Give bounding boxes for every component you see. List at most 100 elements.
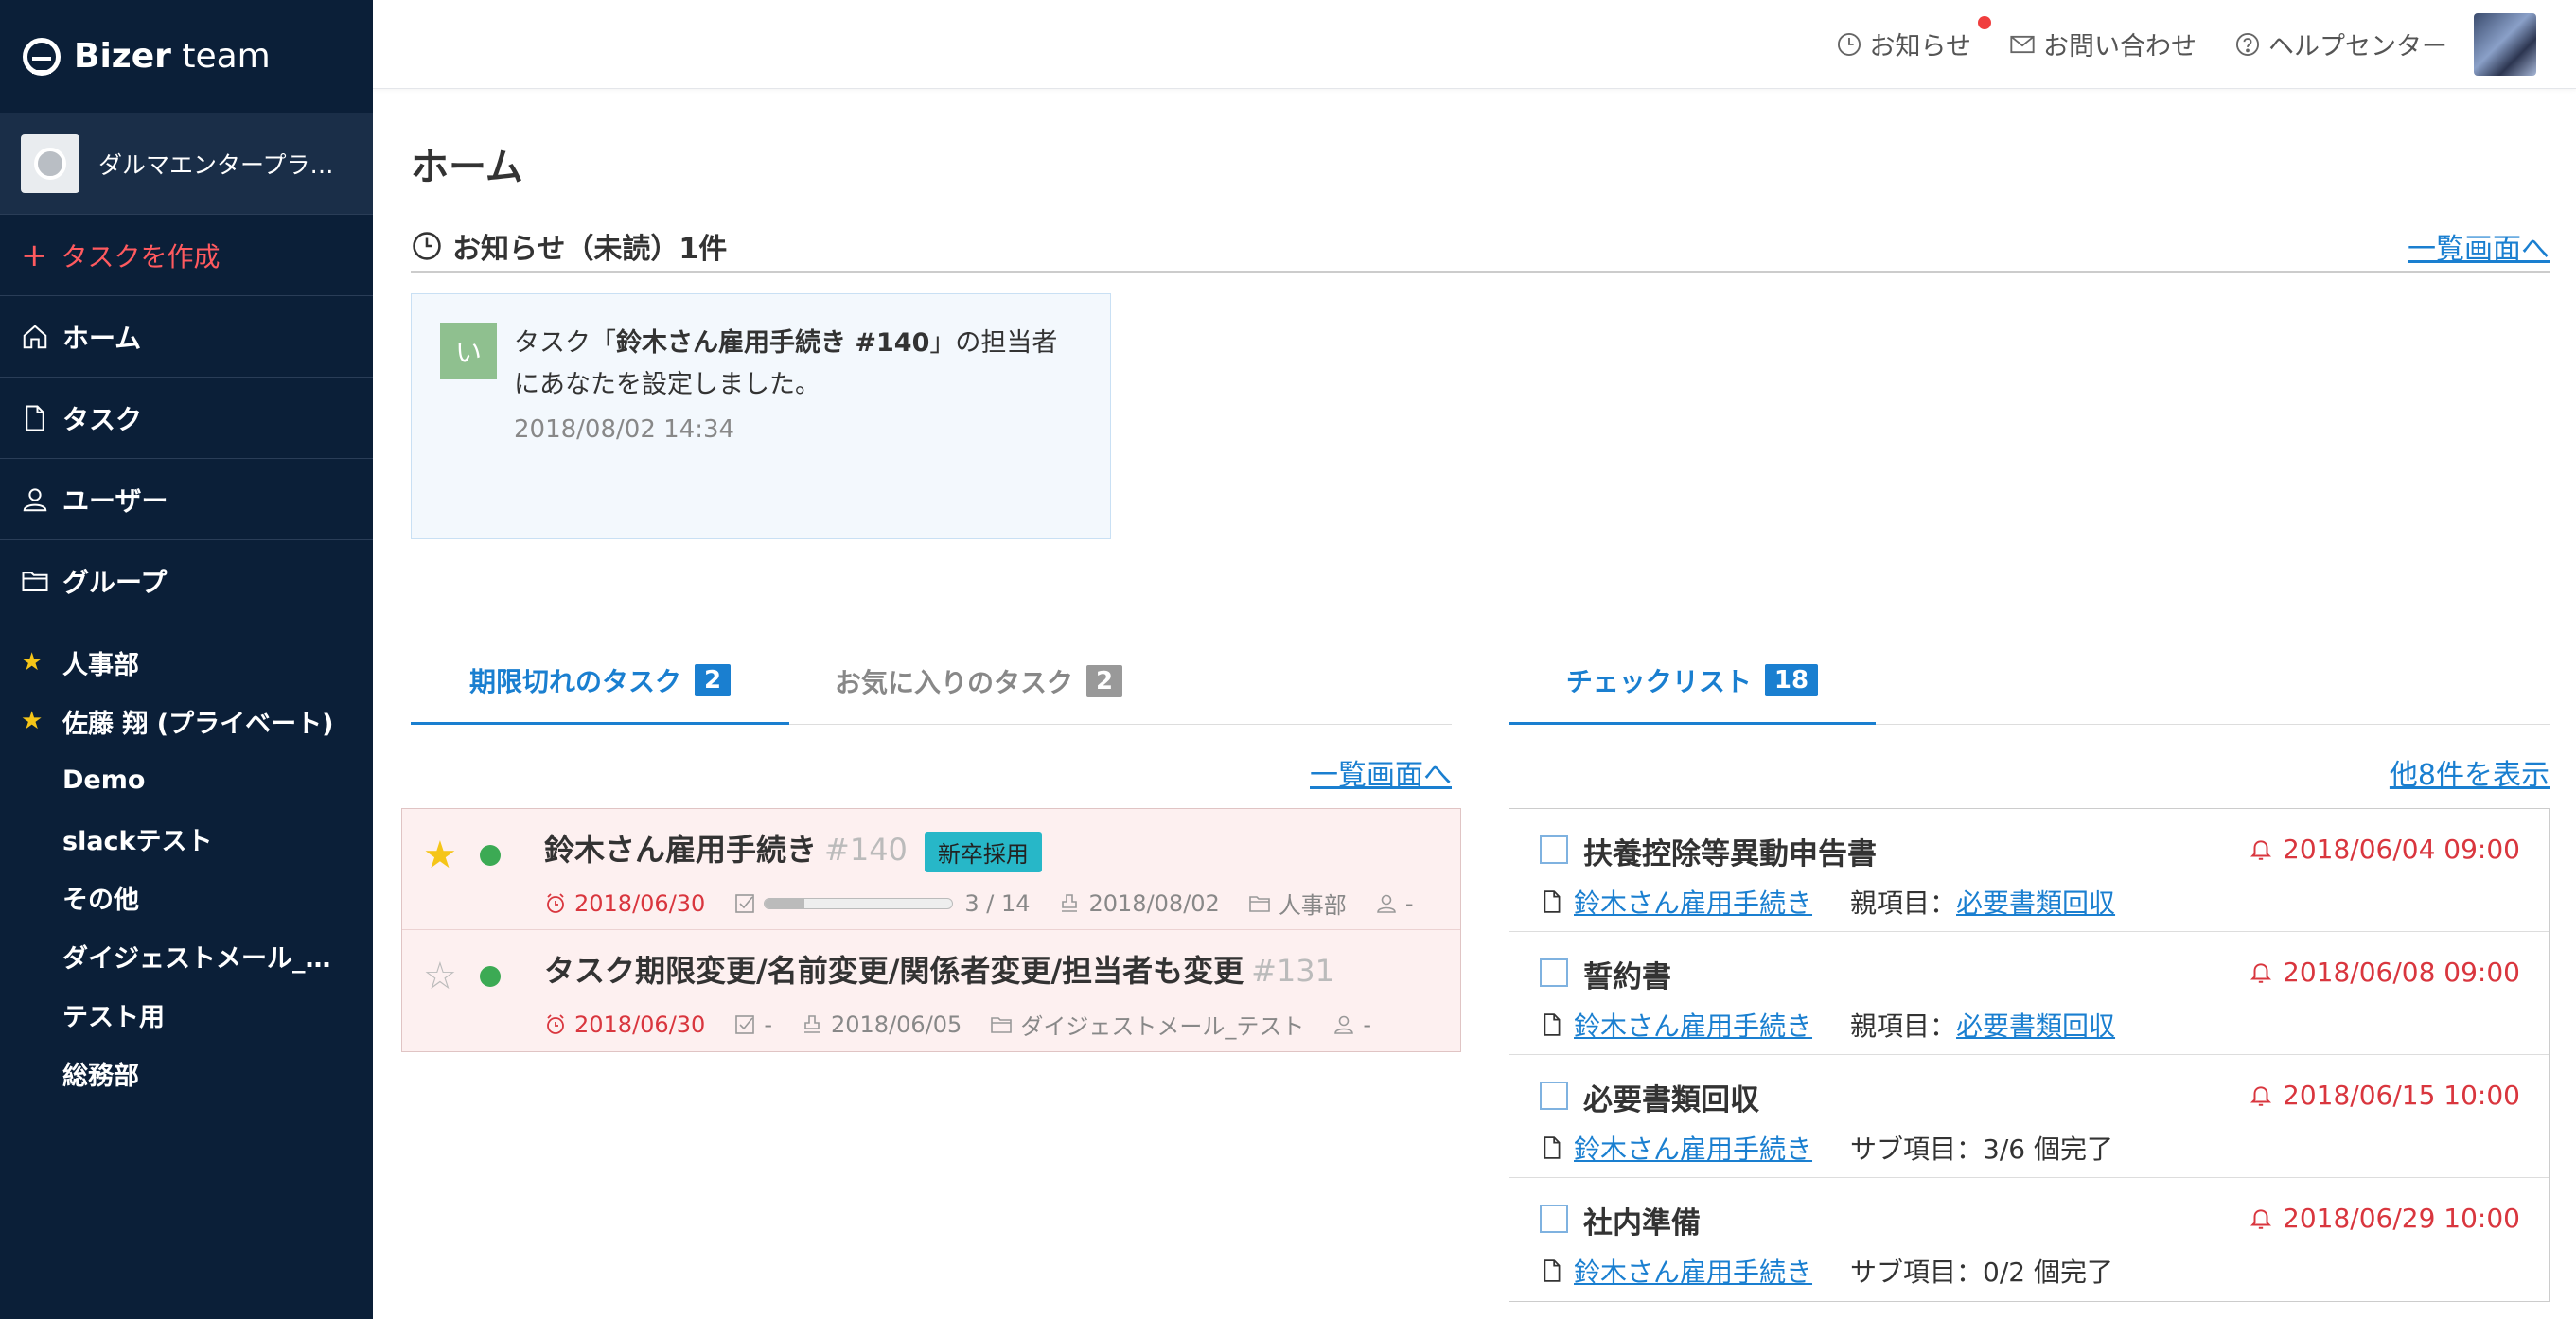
checkbox-icon — [735, 893, 755, 913]
checklist-row: 誓約書 2018/06/08 09:00 鈴木さん雇用手続き 親項目： 必要書類回… — [1509, 932, 2549, 1055]
plus-icon: + — [21, 236, 48, 274]
task-group: 人事部 — [1278, 892, 1347, 919]
checklist-progress-text: 3 / 14 — [964, 889, 1031, 917]
checklist-checkbox[interactable] — [1540, 1205, 1568, 1233]
checklist-tabs: チェックリスト 18 — [1509, 638, 2550, 725]
document-icon — [1544, 1136, 1561, 1159]
notices-list-link[interactable]: 一覧画面へ — [2408, 225, 2550, 267]
bell-icon — [2250, 962, 2272, 983]
clock-icon — [1837, 32, 1861, 56]
organization-switcher[interactable]: ダルマエンタープラ… — [0, 113, 373, 215]
alarm-icon — [547, 1013, 564, 1034]
org-name: ダルマエンタープラ… — [98, 150, 334, 179]
checklist-title[interactable]: 社内準備 — [1583, 1199, 1701, 1241]
nav-item-users[interactable]: ユーザー — [0, 459, 373, 540]
task-list: ★ 鈴木さん雇用手続き #140 新卒採用 2018/06/30 3 / 14 … — [401, 808, 1461, 1052]
checklist-checkbox[interactable] — [1540, 958, 1568, 987]
folder-icon — [991, 1016, 1013, 1033]
app-logo[interactable]: Bizer team — [0, 0, 373, 113]
checklist-progress-text: - — [764, 1011, 772, 1038]
mail-icon — [2010, 35, 2035, 53]
parent-task-link[interactable]: 鈴木さん雇用手続き — [1574, 883, 1812, 921]
checklist-title[interactable]: 誓約書 — [1583, 953, 1671, 995]
nav-label-groups: グループ — [62, 567, 168, 598]
tab-overdue-tasks[interactable]: 期限切れのタスク 2 — [411, 638, 789, 725]
task-number: #131 — [1251, 953, 1334, 989]
nav-item-tasks[interactable]: タスク — [0, 378, 373, 459]
unread-dot — [1977, 16, 1991, 29]
count-badge: 2 — [694, 663, 732, 696]
alarm-icon — [547, 892, 564, 913]
create-task-label: タスクを作成 — [61, 240, 221, 273]
task-tag[interactable]: 新卒採用 — [924, 831, 1042, 872]
group-item-demo[interactable]: Demo — [0, 750, 373, 809]
group-item-digest-mail[interactable]: ダイジェストメール_… — [0, 926, 373, 985]
show-more-link[interactable]: 他8件を表示 — [2390, 759, 2550, 792]
group-item-other[interactable]: その他 — [0, 868, 373, 926]
document-icon — [1544, 890, 1561, 913]
logo-icon — [23, 37, 61, 76]
nav-label-users: ユーザー — [62, 484, 168, 517]
create-task-button[interactable]: + タスクを作成 — [0, 215, 373, 296]
checklist-due: 2018/06/29 10:00 — [2283, 1203, 2520, 1234]
parent-task-link[interactable]: 鈴木さん雇用手続き — [1574, 1252, 1812, 1290]
clock-icon — [413, 232, 441, 260]
task-title: タスク期限変更/名前変更/関係者変更/担当者も変更 — [544, 953, 1244, 989]
checklist-checkbox[interactable] — [1540, 835, 1568, 864]
group-item-test[interactable]: テスト用 — [0, 985, 373, 1044]
logo-text-rest: team — [170, 37, 271, 76]
contact-label: お問い合わせ — [2043, 32, 2197, 62]
checklist-due: 2018/06/04 09:00 — [2283, 834, 2520, 865]
star-filled-icon[interactable]: ★ — [423, 834, 457, 877]
task-due-date: 2018/06/30 — [574, 889, 706, 917]
folder-icon — [1249, 895, 1270, 912]
notifications-link[interactable]: お知らせ — [1836, 16, 1991, 62]
bell-icon — [2250, 839, 2272, 860]
task-start-date: 2018/06/05 — [831, 1011, 962, 1038]
task-row[interactable]: ☆ タスク期限変更/名前変更/関係者変更/担当者も変更 #131 2018/06/… — [402, 930, 1460, 1051]
help-center-link[interactable]: ヘルプセンター — [2234, 26, 2447, 62]
group-item-soumubu[interactable]: 総務部 — [0, 1044, 373, 1102]
contact-link[interactable]: お問い合わせ — [2009, 26, 2197, 62]
user-avatar[interactable] — [2474, 12, 2536, 76]
notice-timestamp: 2018/08/02 14:34 — [514, 415, 735, 444]
nav-label-tasks: タスク — [62, 403, 143, 435]
checklist-checkbox[interactable] — [1540, 1082, 1568, 1110]
checklist-due: 2018/06/15 10:00 — [2283, 1080, 2520, 1111]
parent-item-link[interactable]: 必要書類回収 — [1956, 883, 2115, 921]
task-number: #140 — [824, 832, 908, 868]
nav-item-home[interactable]: ホーム — [0, 296, 373, 378]
document-icon — [1544, 1259, 1561, 1282]
task-assignee: - — [1363, 1011, 1371, 1038]
checklist-row: 扶養控除等異動申告書 2018/06/04 09:00 鈴木さん雇用手続き 親項… — [1509, 809, 2549, 932]
notice-section-title: お知らせ（未読）1件 — [452, 233, 728, 266]
tab-favorite-tasks[interactable]: お気に入りのタスク 2 — [789, 638, 1168, 725]
task-row[interactable]: ★ 鈴木さん雇用手続き #140 新卒採用 2018/06/30 3 / 14 … — [402, 809, 1460, 930]
home-icon — [23, 324, 47, 348]
nav-item-groups[interactable]: グループ — [0, 540, 373, 622]
tab-checklist[interactable]: チェックリスト 18 — [1509, 638, 1876, 725]
task-due-date: 2018/06/30 — [574, 1011, 706, 1038]
group-list: ★ 人事部 ★ 佐藤 翔 (プライベート) Demo slackテスト その他 ダイ… — [0, 622, 373, 1102]
question-icon — [2235, 32, 2260, 56]
task-group: ダイジェストメール_テスト — [1020, 1013, 1305, 1040]
parent-task-link[interactable]: 鈴木さん雇用手続き — [1574, 1006, 1812, 1044]
parent-item-link[interactable]: 必要書類回収 — [1956, 1006, 2115, 1044]
group-item-private[interactable]: ★ 佐藤 翔 (プライベート) — [0, 692, 373, 750]
count-badge: 2 — [1085, 665, 1123, 697]
notice-card[interactable]: い タスク「鈴木さん雇用手続き #140」の担当者にあなたを設定しました。 20… — [411, 293, 1111, 539]
task-start-date: 2018/08/02 — [1088, 889, 1220, 917]
logo-text-bold: Bizer — [74, 37, 171, 76]
group-item-jinjibu[interactable]: ★ 人事部 — [0, 633, 373, 692]
bell-icon — [2250, 1208, 2272, 1229]
checklist-title[interactable]: 必要書類回収 — [1583, 1076, 1759, 1118]
group-item-slack-test[interactable]: slackテスト — [0, 809, 373, 868]
star-outline-icon[interactable]: ☆ — [423, 955, 457, 998]
checklist-title[interactable]: 扶養控除等異動申告書 — [1583, 830, 1877, 872]
tasks-list-link[interactable]: 一覧画面へ — [1310, 759, 1452, 792]
sub-label: 親項目： — [1850, 888, 1957, 919]
parent-task-link[interactable]: 鈴木さん雇用手続き — [1574, 1129, 1812, 1167]
sub-items-status: サブ項目：0/2 個完了 — [1850, 1257, 2113, 1288]
status-dot — [480, 845, 501, 866]
task-assignee: - — [1404, 889, 1414, 917]
